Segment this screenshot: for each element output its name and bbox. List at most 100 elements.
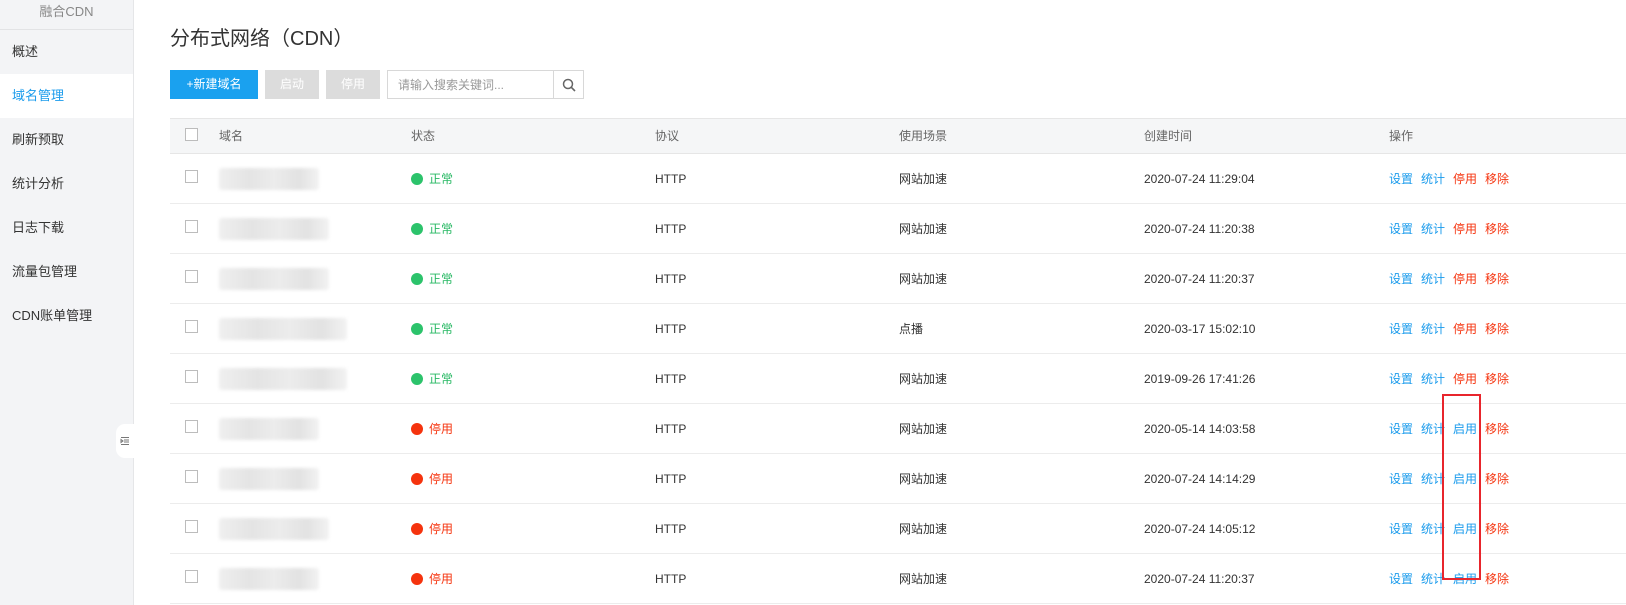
search-icon[interactable] [553,71,583,98]
sidebar-item-statistics[interactable]: 统计分析 [0,162,133,206]
search-input[interactable] [388,71,553,98]
domain-name-redacted [219,367,347,390]
status-dot-icon [411,372,423,385]
sidebar-item-log-download[interactable]: 日志下载 [0,206,133,250]
disable-link[interactable]: 停用 [1453,320,1477,337]
stats-link[interactable]: 统计 [1421,420,1445,437]
sidebar-item-traffic-package[interactable]: 流量包管理 [0,250,133,294]
row-checkbox[interactable] [185,470,198,483]
row-checkbox[interactable] [185,370,198,383]
protocol-cell: HTTP [655,171,687,186]
status-dot-icon [411,422,423,435]
domain-name-redacted [219,417,319,440]
scene-cell: 网站加速 [899,372,948,386]
table-row: 正常 HTTP 点播 2020-03-17 15:02:10 设置 统计 停用 移除 [170,304,1626,354]
row-checkbox[interactable] [185,520,198,533]
status-text: 停用 [429,522,454,536]
operations-cell: 设置 统计 停用 移除 [1389,254,1517,303]
operations-cell: 设置 统计 停用 移除 [1389,354,1517,403]
search-box [387,70,584,99]
status-text: 停用 [429,422,454,436]
settings-link[interactable]: 设置 [1389,470,1413,487]
disable-link[interactable]: 停用 [1453,270,1477,287]
collapse-menu-icon[interactable] [116,424,134,458]
created-time-cell: 2019-09-26 17:41:26 [1144,371,1256,386]
settings-link[interactable]: 设置 [1389,270,1413,287]
row-checkbox[interactable] [185,270,198,283]
status-dot-icon [411,172,423,185]
enable-link[interactable]: 启用 [1453,420,1477,437]
row-checkbox[interactable] [185,420,198,433]
created-time-cell: 2020-07-24 14:05:12 [1144,521,1256,536]
settings-link[interactable]: 设置 [1389,320,1413,337]
scene-cell: 点播 [899,322,924,336]
remove-link[interactable]: 移除 [1485,220,1509,237]
domain-name-redacted [219,167,319,190]
sidebar-item-cdn-billing[interactable]: CDN账单管理 [0,294,133,338]
remove-link[interactable]: 移除 [1485,420,1509,437]
stats-link[interactable]: 统计 [1421,520,1445,537]
stats-link[interactable]: 统计 [1421,570,1445,587]
status-indicator: 停用 [411,420,453,437]
stats-link[interactable]: 统计 [1421,170,1445,187]
operations-cell: 设置 统计 停用 移除 [1389,304,1517,353]
settings-link[interactable]: 设置 [1389,420,1413,437]
table-header: 域名 状态 协议 使用场景 创建时间 操作 [170,118,1626,154]
disable-link[interactable]: 停用 [1453,170,1477,187]
remove-link[interactable]: 移除 [1485,570,1509,587]
stats-link[interactable]: 统计 [1421,470,1445,487]
status-dot-icon [411,272,423,285]
operations-cell: 设置 统计 启用 移除 [1389,404,1517,453]
protocol-cell: HTTP [655,221,687,236]
new-domain-button[interactable]: +新建域名 [170,70,258,99]
remove-link[interactable]: 移除 [1485,270,1509,287]
settings-link[interactable]: 设置 [1389,520,1413,537]
settings-link[interactable]: 设置 [1389,370,1413,387]
domain-name-redacted [219,217,329,240]
protocol-cell: HTTP [655,271,687,286]
enable-link[interactable]: 启用 [1453,570,1477,587]
operations-cell: 设置 统计 启用 移除 [1389,554,1517,603]
row-checkbox[interactable] [185,220,198,233]
sidebar-item-domain-management[interactable]: 域名管理 [0,74,133,118]
enable-link[interactable]: 启用 [1453,470,1477,487]
settings-link[interactable]: 设置 [1389,570,1413,587]
remove-link[interactable]: 移除 [1485,170,1509,187]
stats-link[interactable]: 统计 [1421,220,1445,237]
remove-link[interactable]: 移除 [1485,470,1509,487]
sidebar: 融合CDN 概述 域名管理 刷新预取 统计分析 日志下载 流量包管理 CDN账单… [0,0,134,605]
sidebar-item-overview[interactable]: 概述 [0,30,133,74]
table-body: 正常 HTTP 网站加速 2020-07-24 11:29:04 设置 统计 停用 移除 正常 H… [170,154,1626,604]
scene-cell: 网站加速 [899,222,948,236]
disable-link[interactable]: 停用 [1453,370,1477,387]
status-text: 停用 [429,572,454,586]
disable-link[interactable]: 停用 [1453,220,1477,237]
row-checkbox[interactable] [185,570,198,583]
scene-cell: 网站加速 [899,572,948,586]
row-checkbox[interactable] [185,320,198,333]
domain-table: 域名 状态 协议 使用场景 创建时间 操作 正常 HTTP 网站加速 2020-07-… [170,118,1626,604]
row-checkbox[interactable] [185,170,198,183]
settings-link[interactable]: 设置 [1389,170,1413,187]
select-all-checkbox[interactable] [185,127,198,141]
status-text: 正常 [429,222,454,236]
remove-link[interactable]: 移除 [1485,320,1509,337]
header-created-time: 创建时间 [1144,129,1193,143]
stats-link[interactable]: 统计 [1421,270,1445,287]
enable-link[interactable]: 启用 [1453,520,1477,537]
stats-link[interactable]: 统计 [1421,320,1445,337]
enable-button[interactable]: 启动 [265,70,319,99]
remove-link[interactable]: 移除 [1485,520,1509,537]
domain-name-redacted [219,317,347,340]
status-dot-icon [411,222,423,235]
disable-button[interactable]: 停用 [326,70,380,99]
protocol-cell: HTTP [655,471,687,486]
remove-link[interactable]: 移除 [1485,370,1509,387]
protocol-cell: HTTP [655,321,687,336]
settings-link[interactable]: 设置 [1389,220,1413,237]
status-dot-icon [411,522,423,535]
stats-link[interactable]: 统计 [1421,370,1445,387]
sidebar-item-refresh-prefetch[interactable]: 刷新预取 [0,118,133,162]
status-dot-icon [411,322,423,335]
scene-cell: 网站加速 [899,272,948,286]
